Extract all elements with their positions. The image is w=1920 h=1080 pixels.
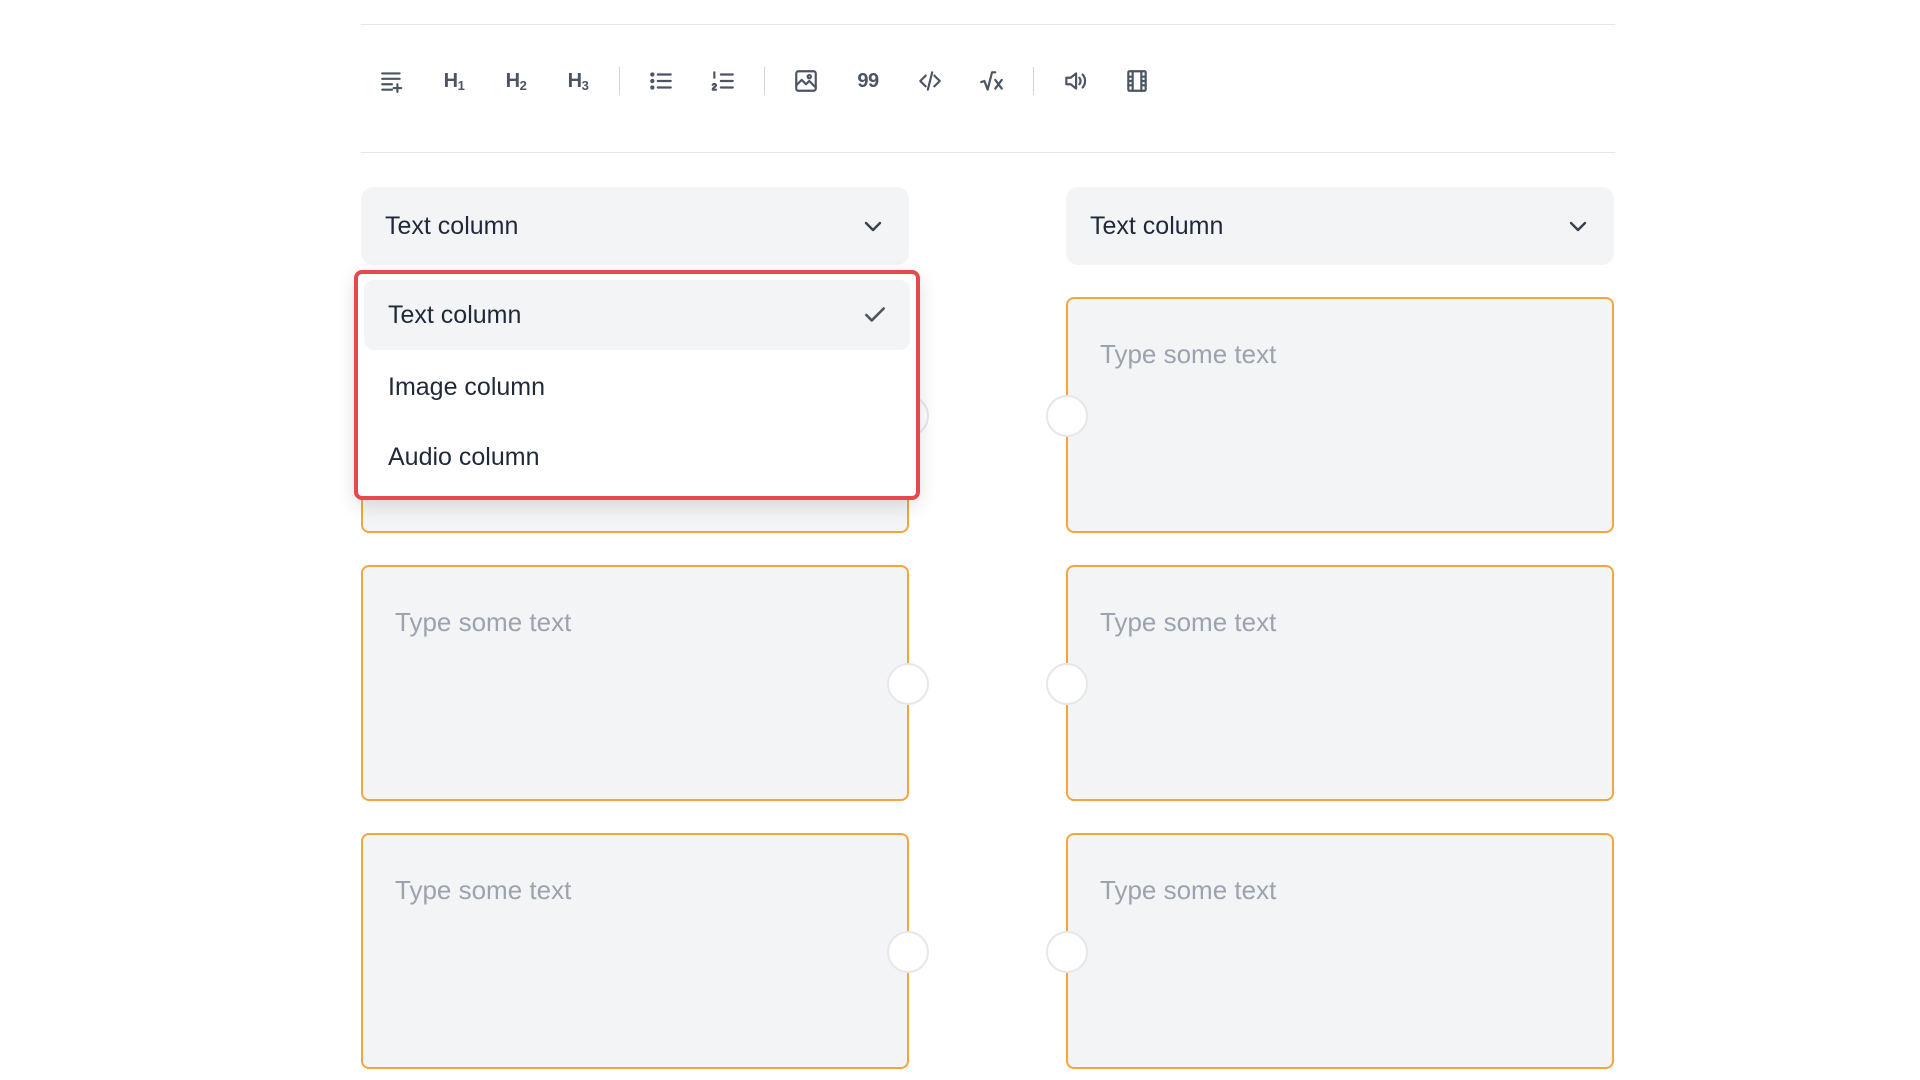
heading-3-button[interactable]: H3 [547,60,609,102]
chevron-down-icon [1569,221,1587,232]
right-connector-handle-3[interactable] [1046,931,1088,973]
image-icon [795,70,817,92]
code-button[interactable] [899,60,961,102]
image-button[interactable] [775,60,837,102]
left-connector-handle-2[interactable] [887,663,929,705]
right-connector-handle-1[interactable] [1046,395,1088,437]
text-placeholder: Type some text [395,875,572,905]
audio-button[interactable] [1044,60,1106,102]
column-type-dropdown: Text column Image column Audio column [354,270,920,500]
right-column-type-select[interactable]: Text column [1066,187,1614,265]
paragraph-icon [381,72,403,93]
heading-1-button[interactable]: H1 [423,60,485,102]
heading-2-button[interactable]: H2 [485,60,547,102]
option-image-column[interactable]: Image column [364,352,910,422]
option-audio-column[interactable]: Audio column [364,422,910,492]
formula-icon [980,71,1003,91]
toolbar-separator [1033,67,1034,95]
text-placeholder: Type some text [1100,339,1277,369]
editor-toolbar: H1 H2 H3 99 [361,60,1168,102]
left-text-card-2[interactable]: Type some text [361,565,909,801]
bullet-list-button[interactable] [630,60,692,102]
left-column-type-select[interactable]: Text column [361,187,909,265]
toolbar-separator [764,67,765,95]
code-icon [919,71,941,91]
top-divider [361,24,1615,25]
toolbar-divider [361,152,1615,153]
option-label: Text column [388,300,522,329]
left-connector-handle-3[interactable] [887,931,929,973]
option-text-column[interactable]: Text column [364,280,910,350]
right-column-type-value: Text column [1090,211,1224,240]
chevron-down-icon [864,221,882,232]
check-icon [865,307,885,322]
numbered-list-icon [711,71,734,91]
text-placeholder: Type some text [1100,607,1277,637]
toolbar-separator [619,67,620,95]
paragraph-button[interactable] [361,60,423,102]
heading-3-icon: H3 [567,69,589,93]
quote-button[interactable]: 99 [837,60,899,102]
video-icon [1127,70,1147,92]
right-connector-handle-2[interactable] [1046,663,1088,705]
left-text-card-3[interactable]: Type some text [361,833,909,1069]
option-label: Image column [388,372,546,401]
text-placeholder: Type some text [395,607,572,637]
bullet-list-icon [650,72,672,90]
right-text-card-1[interactable]: Type some text [1066,297,1614,533]
audio-icon [1065,72,1087,90]
option-label: Audio column [388,442,540,471]
heading-1-icon: H1 [443,69,465,93]
quote-icon: 99 [857,69,879,92]
numbered-list-button[interactable] [692,60,754,102]
video-button[interactable] [1106,60,1168,102]
formula-button[interactable] [961,60,1023,102]
right-text-card-2[interactable]: Type some text [1066,565,1614,801]
right-text-card-3[interactable]: Type some text [1066,833,1614,1069]
text-placeholder: Type some text [1100,875,1277,905]
heading-2-icon: H2 [505,69,527,93]
left-column-type-value: Text column [385,211,519,240]
